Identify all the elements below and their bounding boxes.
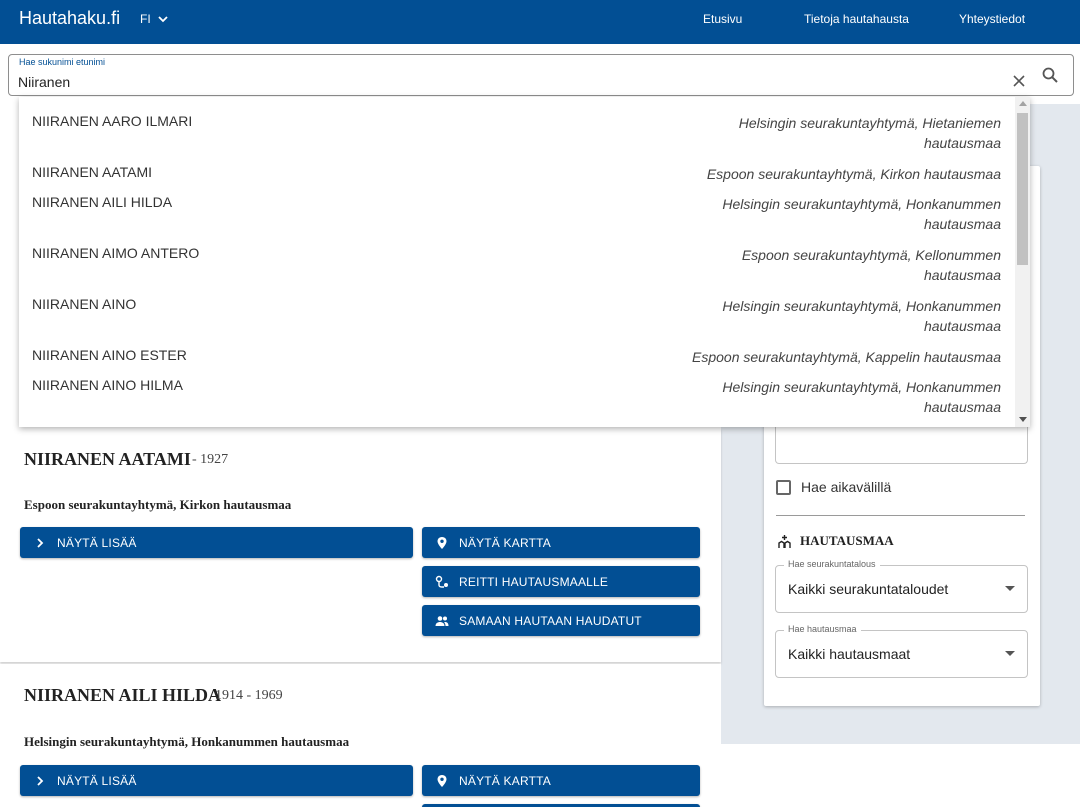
nav-home[interactable]: Etusivu bbox=[703, 12, 742, 26]
location-pin-icon bbox=[437, 774, 447, 787]
cemetery-select-value: Kaikki hautausmaat bbox=[788, 646, 911, 662]
show-map-label: NÄYTÄ KARTTA bbox=[459, 535, 551, 550]
date-range-checkbox[interactable] bbox=[776, 479, 791, 495]
dropdown-arrow-icon bbox=[1005, 651, 1015, 656]
result-card: NIIRANEN AATAMI - 1927 Espoon seurakunta… bbox=[0, 428, 721, 662]
result-name: NIIRANEN AATAMI bbox=[24, 449, 191, 469]
language-label: FI bbox=[140, 12, 151, 26]
search-area: Hae sukunimi etunimi bbox=[0, 44, 1080, 104]
result-name: NIIRANEN AILI HILDA bbox=[24, 685, 222, 705]
suggestion-item[interactable]: NIIRANEN AIMO ANTERO Espoon seurakuntayh… bbox=[19, 245, 1015, 291]
cemetery-section-title: HAUTAUSMAA bbox=[800, 533, 894, 548]
suggestion-item[interactable]: NIIRANEN AINO Helsingin seurakuntayhtymä… bbox=[19, 296, 1015, 342]
suggestion-item[interactable]: NIIRANEN AARO ILMARI Helsingin seurakunt… bbox=[19, 113, 1015, 159]
search-label: Hae sukunimi etunimi bbox=[19, 57, 106, 67]
autocomplete-dropdown: NIIRANEN AARO ILMARI Helsingin seurakunt… bbox=[19, 97, 1030, 427]
result-years: - 1927 bbox=[192, 452, 229, 467]
show-map-button[interactable]: NÄYTÄ KARTTA bbox=[422, 527, 700, 558]
scroll-down-arrow-icon[interactable] bbox=[1019, 417, 1027, 422]
brand-logo[interactable]: Hautahaku.fi bbox=[19, 8, 120, 29]
suggestion-place: Helsingin seurakuntayhtymä, Honkanummen … bbox=[722, 379, 1001, 415]
cemetery-icon bbox=[778, 534, 791, 548]
suggestion-name: NIIRANEN AARO ILMARI bbox=[32, 113, 193, 129]
nav-contact[interactable]: Yhteystiedot bbox=[959, 12, 1025, 26]
show-map-label: NÄYTÄ KARTTA bbox=[459, 773, 551, 788]
suggestion-item[interactable]: NIIRANEN AILI HILDA Helsingin seurakunta… bbox=[19, 194, 1015, 240]
route-button[interactable]: REITTI HAUTAUSMAALLE bbox=[422, 566, 700, 597]
location-pin-icon bbox=[437, 536, 447, 549]
scroll-thumb[interactable] bbox=[1017, 113, 1028, 265]
language-selector[interactable]: FI bbox=[140, 12, 169, 26]
cemetery-select-label: Hae hautausmaa bbox=[784, 624, 861, 634]
show-more-label: NÄYTÄ LISÄÄ bbox=[57, 773, 137, 788]
search-field[interactable]: Hae sukunimi etunimi bbox=[8, 54, 1074, 96]
suggestion-name: NIIRANEN AIMO ANTERO bbox=[32, 245, 200, 261]
show-more-button[interactable]: NÄYTÄ LISÄÄ bbox=[20, 527, 413, 558]
suggestion-place: Espoon seurakuntayhtymä, Kappelin hautau… bbox=[692, 349, 1001, 365]
suggestion-place: Espoon seurakuntayhtymä, Kirkon hautausm… bbox=[706, 166, 1001, 182]
search-icon[interactable] bbox=[1041, 66, 1059, 84]
same-grave-button[interactable]: SAMAAN HAUTAAN HAUDATUT bbox=[422, 605, 700, 636]
result-card: NIIRANEN AILI HILDA 1914 - 1969 Helsingi… bbox=[0, 664, 721, 807]
chevron-right-icon bbox=[37, 537, 44, 548]
suggestion-name: NIIRANEN AILI HILDA bbox=[32, 194, 173, 210]
dropdown-scrollbar[interactable] bbox=[1015, 97, 1030, 427]
suggestion-item[interactable]: NIIRANEN AINO ESTER Espoon seurakuntayht… bbox=[19, 347, 1015, 373]
suggestion-name: NIIRANEN AINO HILMA bbox=[32, 377, 183, 393]
people-icon bbox=[435, 615, 449, 626]
suggestion-name: NIIRANEN AINO ESTER bbox=[32, 347, 187, 363]
suggestion-item[interactable]: NIIRANEN AATAMI Espoon seurakuntayhtymä,… bbox=[19, 164, 1015, 190]
route-label: REITTI HAUTAUSMAALLE bbox=[459, 574, 609, 589]
cemetery-section-heading: HAUTAUSMAA bbox=[777, 533, 894, 549]
date-range-label: Hae aikavälillä bbox=[801, 479, 892, 495]
chevron-down-icon bbox=[158, 16, 168, 23]
chevron-right-icon bbox=[37, 775, 44, 786]
suggestion-name: NIIRANEN AATAMI bbox=[32, 164, 153, 180]
show-more-label: NÄYTÄ LISÄÄ bbox=[57, 535, 137, 550]
filter-divider bbox=[776, 515, 1025, 516]
suggestion-item[interactable]: NIIRANEN AINO HILMA Helsingin seurakunta… bbox=[19, 377, 1015, 423]
nav-about[interactable]: Tietoja hautahausta bbox=[804, 12, 909, 26]
parish-select[interactable]: Hae seurakuntatalous Kaikki seurakuntata… bbox=[775, 559, 1028, 613]
suggestion-place: Helsingin seurakuntayhtymä, Hietaniemen … bbox=[738, 115, 1001, 151]
parish-select-label: Hae seurakuntatalous bbox=[784, 559, 880, 569]
close-icon[interactable] bbox=[1012, 74, 1026, 88]
scroll-up-arrow-icon[interactable] bbox=[1019, 101, 1027, 106]
show-map-button[interactable]: NÄYTÄ KARTTA bbox=[422, 765, 700, 796]
route-icon bbox=[435, 575, 448, 588]
same-grave-label: SAMAAN HAUTAAN HAUDATUT bbox=[459, 613, 642, 628]
result-years: 1914 - 1969 bbox=[215, 688, 283, 703]
dropdown-arrow-icon bbox=[1005, 586, 1015, 591]
suggestion-place: Helsingin seurakuntayhtymä, Honkanummen … bbox=[722, 298, 1001, 334]
suggestion-place: Espoon seurakuntayhtymä, Kellonummen hau… bbox=[741, 247, 1001, 283]
suggestion-place: Helsingin seurakuntayhtymä, Honkanummen … bbox=[722, 196, 1001, 232]
cemetery-select[interactable]: Hae hautausmaa Kaikki hautausmaat bbox=[775, 624, 1028, 678]
app-header: Hautahaku.fi FI Etusivu Tietoja hautahau… bbox=[0, 0, 1080, 44]
result-place: Espoon seurakuntayhtymä, Kirkon hautausm… bbox=[24, 497, 292, 512]
date-range-checkbox-row[interactable]: Hae aikavälillä bbox=[776, 479, 891, 495]
suggestion-name: NIIRANEN AINO bbox=[32, 296, 137, 312]
show-more-button[interactable]: NÄYTÄ LISÄÄ bbox=[20, 765, 413, 796]
parish-select-value: Kaikki seurakuntataloudet bbox=[788, 581, 949, 597]
result-place: Helsingin seurakuntayhtymä, Honkanummen … bbox=[24, 734, 350, 749]
search-input[interactable] bbox=[18, 72, 998, 92]
